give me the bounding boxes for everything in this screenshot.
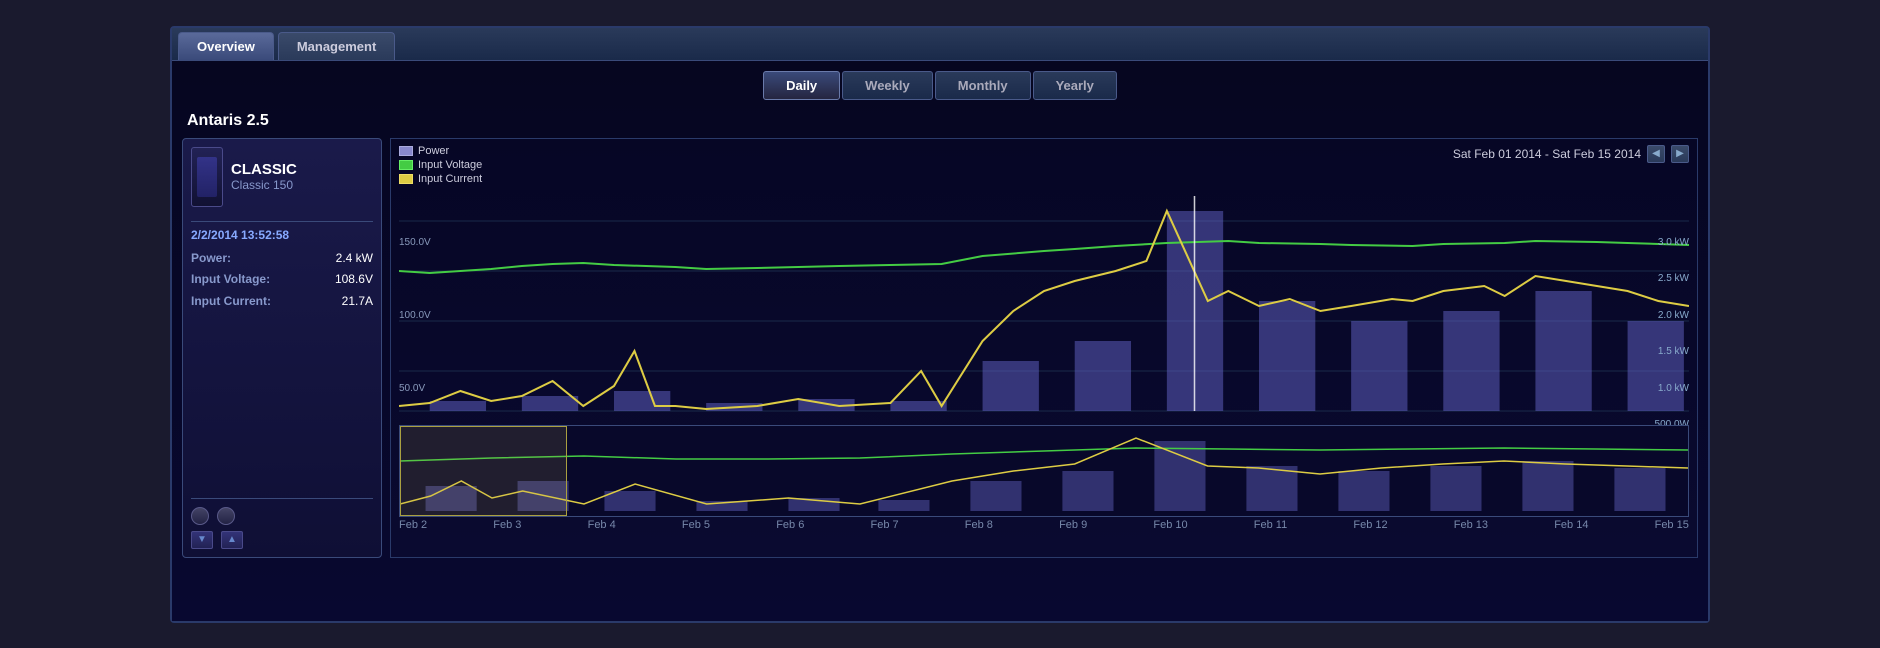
device-controls: ▼ ▲ [191,498,373,549]
x-label-feb13: Feb 13 [1454,519,1488,531]
ctrl-icons: ▼ ▲ [191,531,373,549]
x-label-feb3: Feb 3 [493,519,521,531]
main-content: Daily Weekly Monthly Yearly Antaris 2.5 … [172,61,1708,621]
mini-chart-svg [400,426,1688,516]
device-timestamp: 2/2/2014 13:52:58 [191,228,373,242]
chart-container: Power Input Voltage Input Current Sat Fe… [390,138,1698,558]
tab-overview[interactable]: Overview [178,32,274,60]
ctrl-dots [191,507,373,525]
voltage-line [399,241,1689,273]
bar-feb13 [1443,311,1499,411]
x-label-feb9: Feb 9 [1059,519,1087,531]
y-right-2: 2.0 kW [1655,310,1689,321]
chart-wrapper: 150.0V 100.0V 50.0V 0.0V [391,191,1697,421]
main-window: Overview Management Daily Weekly Monthly… [170,26,1710,623]
legend-voltage-label: Input Voltage [418,159,482,171]
legend-power-box [399,146,413,156]
bar-feb7 [890,401,946,411]
legend-voltage-box [399,160,413,170]
device-icon-inner [197,157,217,197]
date-nav-prev[interactable]: ◀ [1647,145,1665,163]
legend-power: Power [399,145,482,157]
y-right-1: 2.5 kW [1655,273,1689,284]
x-label-feb7: Feb 7 [870,519,898,531]
y-right-3: 1.5 kW [1655,346,1689,357]
legend-current-label: Input Current [418,173,482,185]
x-label-feb4: Feb 4 [588,519,616,531]
voltage-row: Input Voltage: 108.6V [191,269,373,291]
date-range-text: Sat Feb 01 2014 - Sat Feb 15 2014 [1453,147,1641,161]
tab-management[interactable]: Management [278,32,395,60]
period-monthly[interactable]: Monthly [935,71,1031,100]
x-label-feb15: Feb 15 [1655,519,1689,531]
main-chart-area [391,191,1697,421]
chart-header: Power Input Voltage Input Current Sat Fe… [391,139,1697,191]
chart-legend: Power Input Voltage Input Current [399,145,482,185]
x-label-feb10: Feb 10 [1153,519,1187,531]
device-panel: CLASSIC Classic 150 2/2/2014 13:52:58 Po… [182,138,382,558]
bar-feb14 [1535,291,1591,411]
ctrl-dot-2[interactable] [217,507,235,525]
device-header: CLASSIC Classic 150 [191,147,373,207]
device-name: CLASSIC [231,161,373,178]
device-model: Classic 150 [231,178,373,192]
device-divider [191,221,373,222]
bar-feb4 [614,391,670,411]
period-weekly[interactable]: Weekly [842,71,933,100]
x-label-feb6: Feb 6 [776,519,804,531]
bar-feb9 [1075,341,1131,411]
x-label-feb2: Feb 2 [399,519,427,531]
bar-feb12 [1351,321,1407,411]
legend-current-box [399,174,413,184]
x-label-feb11: Feb 11 [1254,519,1287,531]
bar-feb11 [1259,301,1315,411]
period-buttons: Daily Weekly Monthly Yearly [182,71,1698,100]
device-stats: Power: 2.4 kW Input Voltage: 108.6V Inpu… [191,248,373,313]
legend-power-label: Power [418,145,449,157]
section-title: Antaris 2.5 [182,112,1698,130]
ctrl-icon-1[interactable]: ▼ [191,531,213,549]
x-label-feb14: Feb 14 [1554,519,1588,531]
x-label-feb8: Feb 8 [965,519,993,531]
current-row: Input Current: 21.7A [191,291,373,313]
y-right-4: 1.0 kW [1655,383,1689,394]
ctrl-dot-1[interactable] [191,507,209,525]
chart-area: CLASSIC Classic 150 2/2/2014 13:52:58 Po… [182,138,1698,558]
bar-feb3 [522,396,578,411]
x-axis-labels: Feb 2 Feb 3 Feb 4 Feb 5 Feb 6 Feb 7 Feb … [391,517,1697,531]
power-row: Power: 2.4 kW [191,248,373,270]
date-range: Sat Feb 01 2014 - Sat Feb 15 2014 ◀ ▶ [1453,145,1689,163]
period-yearly[interactable]: Yearly [1033,71,1117,100]
date-nav-next[interactable]: ▶ [1671,145,1689,163]
legend-voltage: Input Voltage [399,159,482,171]
x-label-feb5: Feb 5 [682,519,710,531]
mini-chart-container [399,425,1689,517]
ctrl-icon-2[interactable]: ▲ [221,531,243,549]
main-chart-svg [399,191,1689,421]
bar-feb8 [983,361,1039,411]
bar-feb2 [430,401,486,411]
y-right-0: 3.0 kW [1655,237,1689,248]
period-daily[interactable]: Daily [763,71,840,100]
device-name-block: CLASSIC Classic 150 [231,161,373,192]
tab-bar: Overview Management [172,28,1708,61]
x-label-feb12: Feb 12 [1353,519,1387,531]
device-icon [191,147,223,207]
legend-current: Input Current [399,173,482,185]
